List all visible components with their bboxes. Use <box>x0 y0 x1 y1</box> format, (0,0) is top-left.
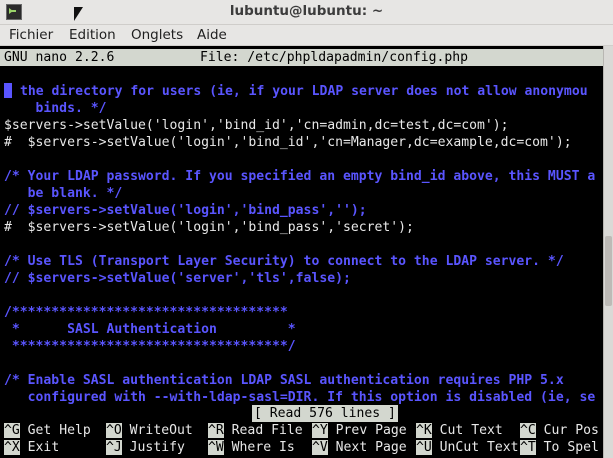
editor-line-text: /*********************************** <box>4 305 288 320</box>
shortcut-key: ^R <box>208 423 224 438</box>
shortcut-item: ^R Read File <box>208 422 303 439</box>
shortcut-item: ^Y Prev Page <box>312 422 407 439</box>
editor-line-text: # $servers->setValue('login','bind_id','… <box>4 135 572 150</box>
shortcut-label: Get Help <box>19 423 91 438</box>
shortcut-key: ^X <box>4 440 20 455</box>
editor-line-text: the directory for users (ie, if your LDA… <box>20 84 588 99</box>
nano-status-bar: [ Read 576 lines ] <box>0 405 603 422</box>
shortcut-label: Prev Page <box>327 423 407 438</box>
menubar: Fichier Edition Onglets Aide <box>0 25 613 46</box>
editor-line: /* Enable SASL authentication LDAP SASL … <box>4 372 564 389</box>
nano-filename: File: /etc/phpldapadmin/config.php <box>200 50 469 65</box>
shortcut-item: ^K Cut Text <box>416 422 503 439</box>
shortcut-item: ^V Next Page <box>312 439 407 456</box>
editor-line: /*********************************** <box>4 304 288 321</box>
shortcut-item: ^J Justify <box>106 439 185 456</box>
editor-line-text: /* Your LDAP password. If you specified … <box>4 169 596 184</box>
window-title: lubuntu@lubuntu: ~ <box>229 3 384 19</box>
editor-line-text: // $servers->setValue('server','tls',fal… <box>4 271 351 286</box>
editor-line-text: ***********************************/ <box>4 339 296 354</box>
editor-line: # $servers->setValue('login','bind_pass'… <box>4 219 414 236</box>
editor-line-text: /* Enable SASL authentication LDAP SASL … <box>4 373 564 388</box>
shortcut-item: ^T To Spel <box>520 439 599 456</box>
shortcut-key: ^K <box>416 423 432 438</box>
editor-line: * SASL Authentication * <box>4 321 296 338</box>
editor-line: the directory for users (ie, if your LDA… <box>4 83 588 100</box>
editor-line: // $servers->setValue('server','tls',fal… <box>4 270 351 287</box>
shortcut-label: Justify <box>121 440 185 455</box>
editor-line: $servers->setValue('login','bind_id','cn… <box>4 117 509 134</box>
nano-status-message: [ Read 576 lines ] <box>252 405 398 422</box>
shortcut-item: ^C Cur Pos <box>520 422 599 439</box>
text-cursor <box>4 83 12 98</box>
shortcut-key: ^T <box>520 440 536 455</box>
shortcut-key: ^C <box>520 423 536 438</box>
editor-line: be blank. */ <box>4 185 123 202</box>
editor-line-text: /* Use TLS (Transport Layer Security) to… <box>4 254 564 269</box>
editor-line-text: be blank. */ <box>4 186 123 201</box>
shortcut-key: ^W <box>208 440 224 455</box>
nano-version: GNU nano 2.2.6 <box>4 50 115 65</box>
editor-line-text: configured with --with-ldap-sasl=DIR. If… <box>4 390 596 405</box>
editor-line: ***********************************/ <box>4 338 296 355</box>
shortcut-label: UnCut Text <box>431 440 519 455</box>
editor-line-text: // $servers->setValue('login','bind_pass… <box>4 203 367 218</box>
scrollbar-thumb[interactable] <box>605 236 612 306</box>
editor-line: # $servers->setValue('login','bind_id','… <box>4 134 572 151</box>
terminal-scrollbar[interactable] <box>603 46 613 458</box>
nano-header: GNU nano 2.2.6 File: /etc/phpldapadmin/c… <box>0 49 603 66</box>
shortcut-label: WriteOut <box>121 423 193 438</box>
shortcut-key: ^Y <box>312 423 328 438</box>
editor-line-text: $servers->setValue('login','bind_id','cn… <box>4 118 509 133</box>
shortcut-item: ^G Get Help <box>4 422 91 439</box>
editor-line: // $servers->setValue('login','bind_pass… <box>4 202 367 219</box>
shortcut-label: Next Page <box>327 440 407 455</box>
shortcut-label: Cur Pos <box>535 423 599 438</box>
editor-line-text: binds. */ <box>4 101 107 116</box>
editor-line: binds. */ <box>4 100 107 117</box>
shortcut-label: To Spel <box>535 440 599 455</box>
shortcut-label: Where Is <box>223 440 295 455</box>
editor-line: /* Use TLS (Transport Layer Security) to… <box>4 253 564 270</box>
menu-aide[interactable]: Aide <box>197 27 227 43</box>
shortcut-key: ^V <box>312 440 328 455</box>
shortcut-key: ^J <box>106 440 122 455</box>
shortcut-key: ^G <box>4 423 20 438</box>
menu-edition[interactable]: Edition <box>69 27 116 43</box>
terminal-area[interactable]: GNU nano 2.2.6 File: /etc/phpldapadmin/c… <box>0 46 603 458</box>
editor-line-text: # $servers->setValue('login','bind_pass'… <box>4 220 414 235</box>
shortcut-label: Cut Text <box>431 423 503 438</box>
editor-line: configured with --with-ldap-sasl=DIR. If… <box>4 389 596 406</box>
shortcut-item: ^O WriteOut <box>106 422 193 439</box>
menu-onglets[interactable]: Onglets <box>131 27 183 43</box>
shortcut-label: Exit <box>19 440 60 455</box>
shortcut-item: ^W Where Is <box>208 439 295 456</box>
mouse-pointer-icon <box>74 7 83 21</box>
window-titlebar: lubuntu@lubuntu: ~ <box>0 0 613 25</box>
shortcut-label: Read File <box>223 423 303 438</box>
editor-line-text: * SASL Authentication * <box>4 322 296 337</box>
editor-line: /* Your LDAP password. If you specified … <box>4 168 595 185</box>
shortcut-item: ^X Exit <box>4 439 59 456</box>
menu-fichier[interactable]: Fichier <box>9 27 53 43</box>
shortcut-item: ^U UnCut Text <box>416 439 519 456</box>
shortcut-key: ^O <box>106 423 122 438</box>
shortcut-key: ^U <box>416 440 432 455</box>
